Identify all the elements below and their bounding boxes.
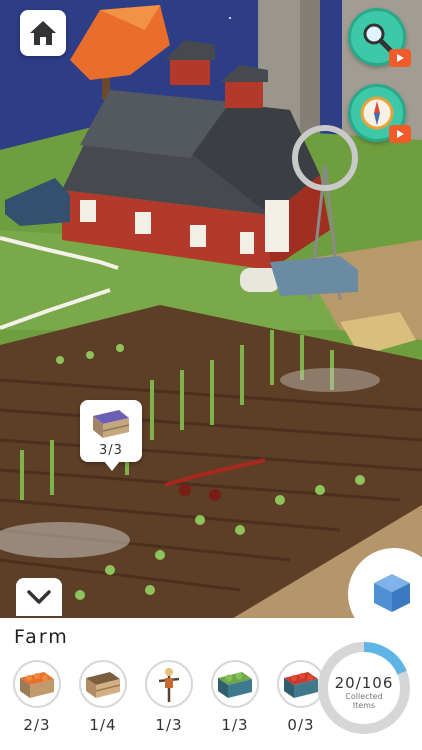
collectible-bubble[interactable]: 3/3 xyxy=(80,400,142,471)
collected-progress: 20/106 Collected Items xyxy=(316,674,412,710)
collected-label: Collected xyxy=(345,692,383,701)
item-count: 2/3 xyxy=(23,716,51,734)
video-ad-icon xyxy=(389,125,411,143)
compass-button[interactable] xyxy=(348,84,411,143)
bubble-count: 3/3 xyxy=(99,443,123,458)
item-count: 1/3 xyxy=(221,716,249,734)
item-frame xyxy=(13,660,61,708)
home-icon xyxy=(30,21,56,45)
cube-icon xyxy=(374,574,410,612)
search-button[interactable] xyxy=(348,8,411,67)
item-count: 1/4 xyxy=(89,716,117,734)
tomato-crate-icon xyxy=(284,672,318,698)
collected-count: 20/106 xyxy=(334,674,394,692)
item-frame xyxy=(211,660,259,708)
scarecrow-icon xyxy=(158,668,180,702)
collection-item-crate-carrots[interactable]: 2/3 xyxy=(12,660,62,734)
cabbage-crate-icon xyxy=(218,672,252,698)
collection-item-crate-cabbage[interactable]: 1/3 xyxy=(210,660,260,734)
home-button[interactable] xyxy=(20,10,66,56)
collapse-panel-button[interactable] xyxy=(16,578,62,616)
collection-item-crate-empty[interactable]: 1/4 xyxy=(78,660,128,734)
item-frame xyxy=(145,660,193,708)
empty-crate-icon xyxy=(86,672,121,698)
item-frame xyxy=(79,660,127,708)
collection-item-scarecrow[interactable]: 1/3 xyxy=(144,660,194,734)
item-count: 1/3 xyxy=(155,716,183,734)
chevron-down-icon xyxy=(27,590,51,604)
magnifier-icon xyxy=(363,23,394,54)
panel-title: Farm xyxy=(14,626,69,648)
items-label: Items xyxy=(352,701,376,710)
video-ad-icon xyxy=(389,49,411,67)
crate-icon xyxy=(93,410,130,438)
carrot-crate-icon xyxy=(20,672,54,698)
